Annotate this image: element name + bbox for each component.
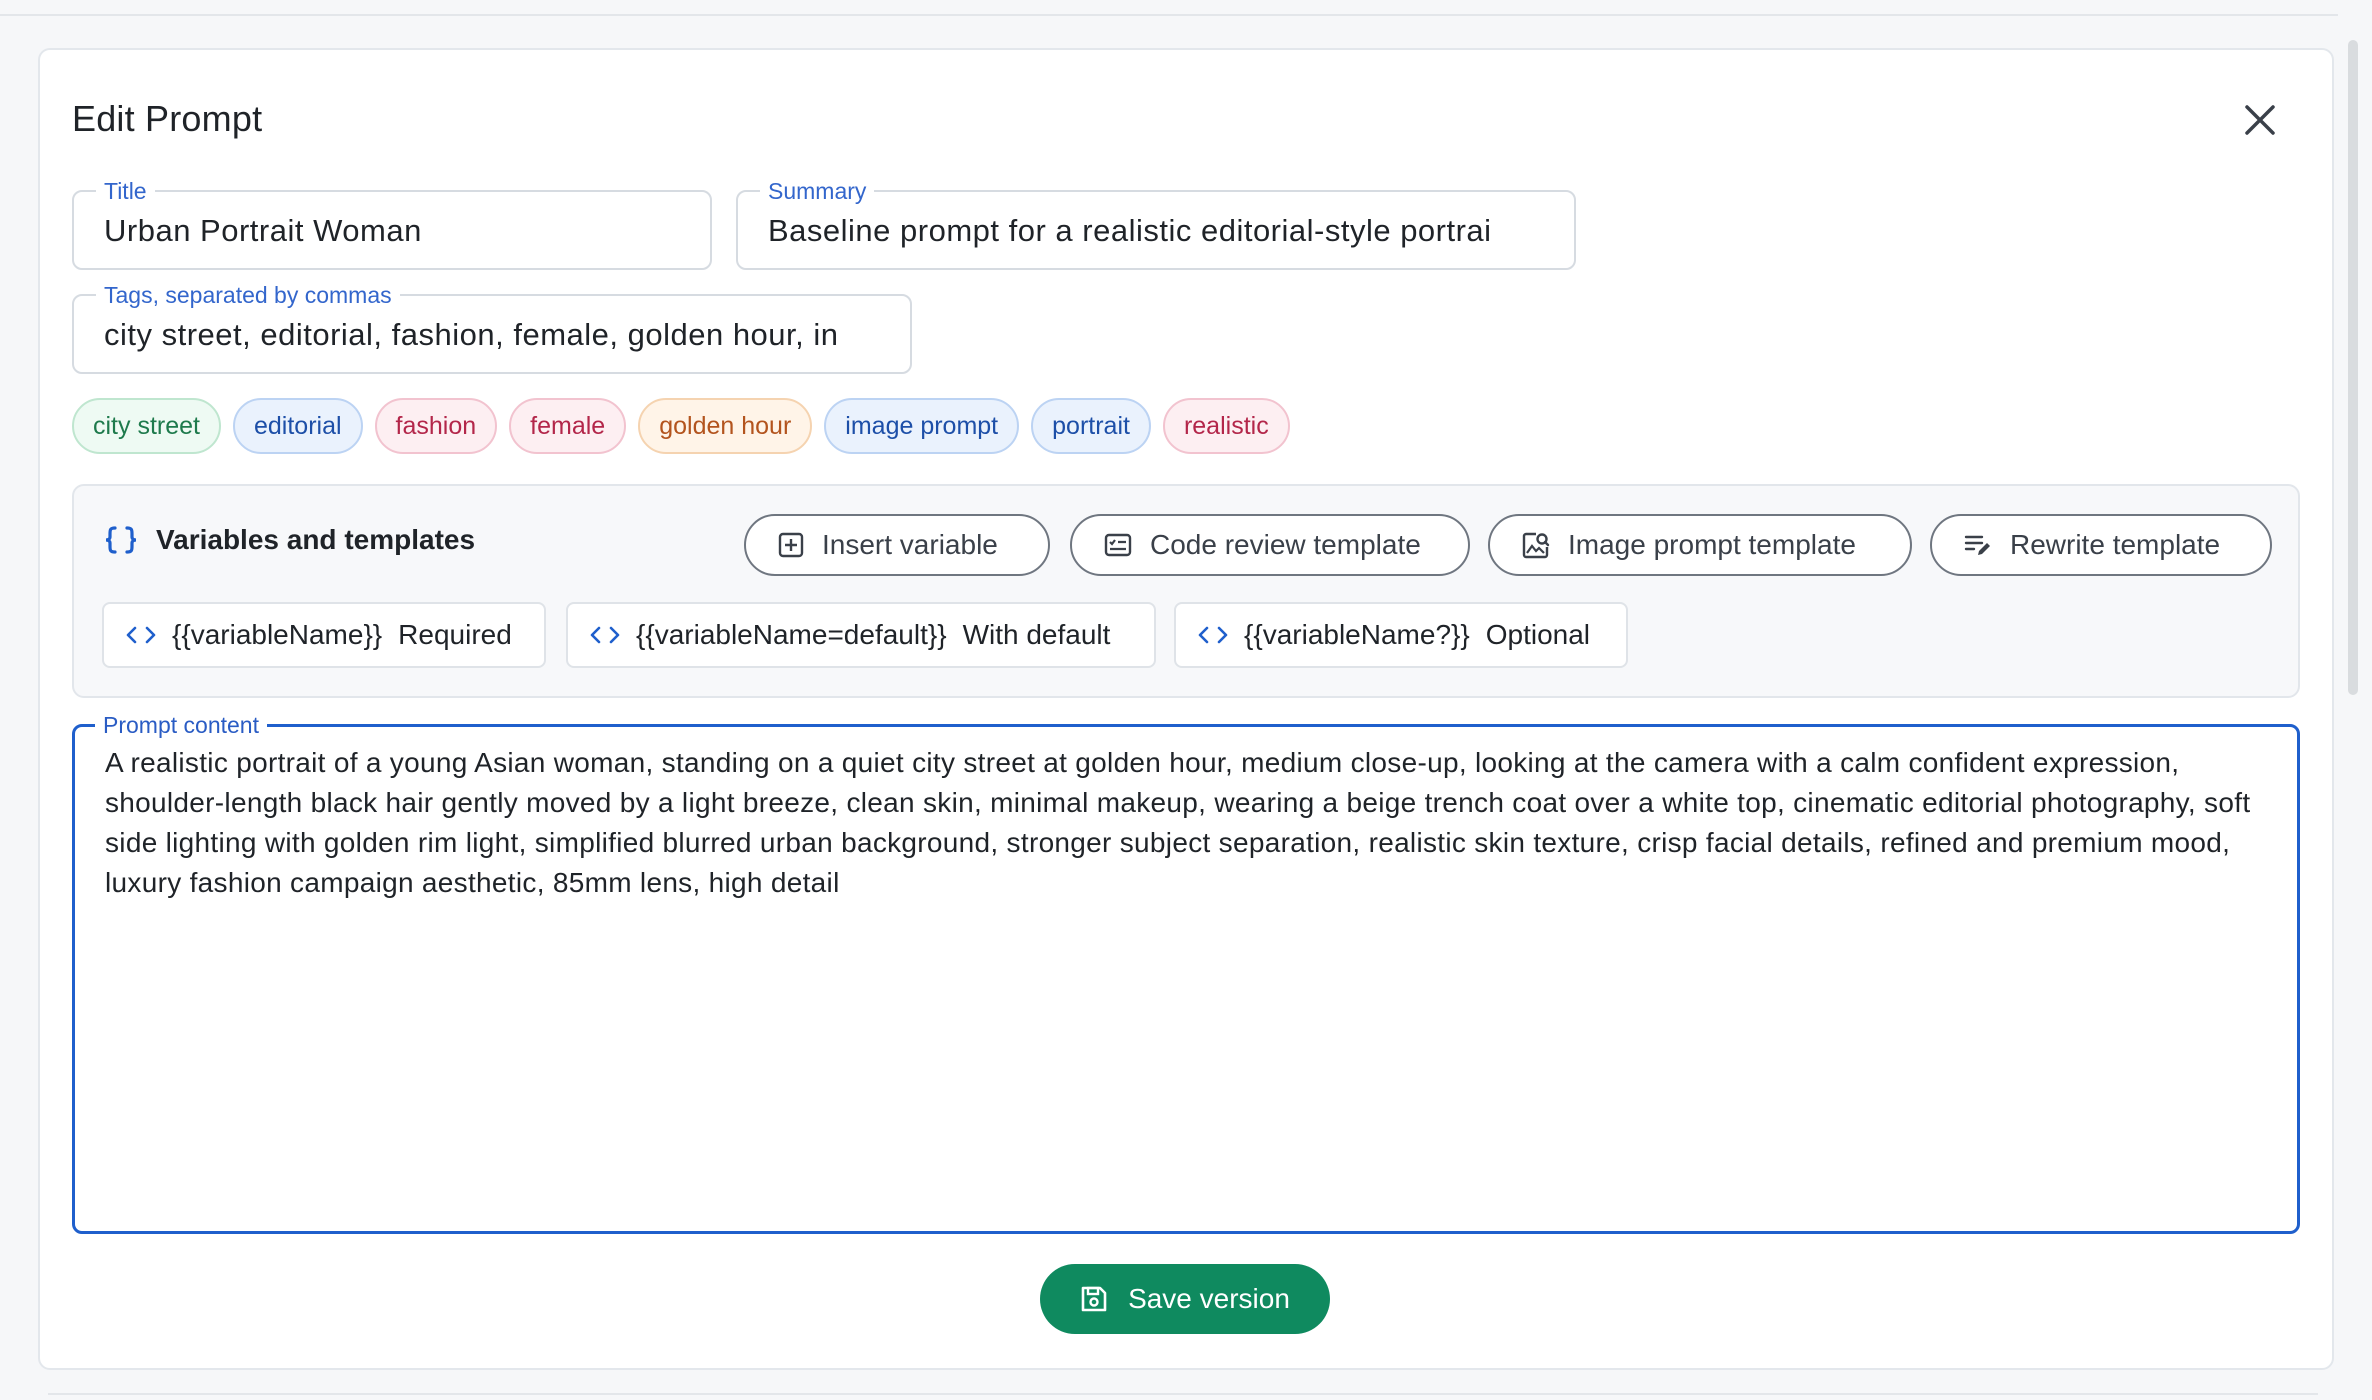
- insert-variable-label: Insert variable: [822, 529, 998, 560]
- tag-chip[interactable]: city street: [72, 398, 221, 454]
- variable-chip-default[interactable]: {{variableName=default}} With default: [566, 602, 1156, 668]
- summary-input[interactable]: [768, 212, 1544, 250]
- tags-input[interactable]: [104, 316, 880, 354]
- code-icon: [126, 626, 156, 644]
- tag-chip[interactable]: golden hour: [638, 398, 813, 454]
- image-prompt-template-button[interactable]: Image prompt template: [1488, 514, 1912, 576]
- code-icon: [1198, 626, 1228, 644]
- variables-panel: Variables and templates Insert variable …: [72, 484, 2300, 698]
- variable-code: {{variableName?}}: [1244, 619, 1470, 650]
- prompt-content-label: Prompt content: [95, 712, 267, 738]
- code-review-template-label: Code review template: [1150, 529, 1421, 560]
- dialog-title: Edit Prompt: [72, 98, 263, 139]
- close-button[interactable]: [2236, 96, 2284, 144]
- variables-header: Variables and templates: [104, 524, 475, 556]
- save-version-label: Save version: [1128, 1283, 1290, 1314]
- variable-desc: Optional: [1485, 619, 1591, 650]
- tag-chip[interactable]: image prompt: [824, 398, 1020, 454]
- title-field-label: Title: [96, 178, 155, 204]
- rewrite-template-label: Rewrite template: [2010, 529, 2221, 560]
- scrollbar-thumb[interactable]: [2348, 40, 2358, 695]
- tag-chip[interactable]: fashion: [374, 398, 498, 454]
- variable-chip-optional[interactable]: {{variableName?}} Optional: [1174, 602, 1628, 668]
- tag-chip[interactable]: female: [509, 398, 627, 454]
- summary-field: Summary: [736, 178, 1576, 270]
- save-icon: [1081, 1286, 1107, 1312]
- image-prompt-template-label: Image prompt template: [1568, 529, 1856, 560]
- plus-square-icon: [778, 532, 804, 558]
- code-review-template-button[interactable]: Code review template: [1070, 514, 1470, 576]
- title-field: Title: [72, 178, 712, 270]
- tag-chip-list: city street editorial fashion female gol…: [72, 398, 1290, 454]
- save-version-button[interactable]: Save version: [1040, 1264, 1330, 1334]
- tag-chip[interactable]: realistic: [1162, 398, 1290, 454]
- prompt-content-textarea[interactable]: A realistic portrait of a young Asian wo…: [105, 743, 2257, 903]
- braces-icon: [105, 526, 137, 554]
- tags-field: Tags, separated by commas: [72, 282, 912, 374]
- variables-title: Variables and templates: [156, 524, 476, 555]
- prompt-content-field[interactable]: Prompt content A realistic portrait of a…: [72, 712, 2300, 1234]
- variable-code: {{variableName}}: [172, 619, 383, 650]
- top-divider: [0, 14, 2338, 16]
- title-input[interactable]: [104, 212, 680, 250]
- variable-desc: With default: [962, 619, 1111, 650]
- tag-chip[interactable]: editorial: [232, 398, 363, 454]
- checklist-icon: [1104, 533, 1132, 557]
- insert-variable-button[interactable]: Insert variable: [744, 514, 1050, 576]
- tags-field-label: Tags, separated by commas: [96, 282, 400, 308]
- variable-chip-required[interactable]: {{variableName}} Required: [102, 602, 546, 668]
- edit-lines-icon: [1964, 535, 1990, 555]
- bottom-divider: [48, 1393, 2318, 1395]
- variable-desc: Required: [398, 619, 512, 650]
- close-icon: [2245, 105, 2275, 135]
- variable-code: {{variableName=default}}: [636, 619, 947, 650]
- code-icon: [590, 626, 620, 644]
- tag-chip[interactable]: portrait: [1031, 398, 1151, 454]
- image-search-icon: [1522, 532, 1550, 559]
- rewrite-template-button[interactable]: Rewrite template: [1930, 514, 2272, 576]
- summary-field-label: Summary: [760, 178, 875, 204]
